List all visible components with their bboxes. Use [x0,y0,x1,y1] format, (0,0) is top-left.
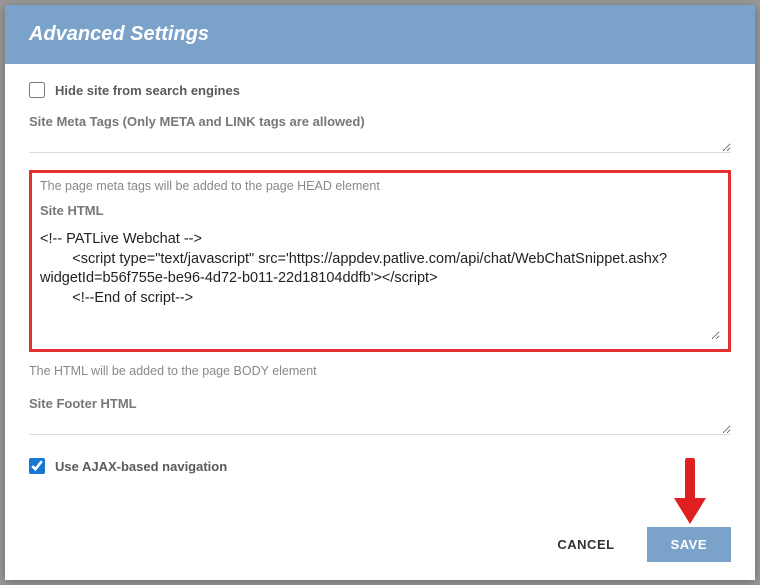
ajax-nav-row: Use AJAX-based navigation [29,458,731,474]
ajax-nav-label[interactable]: Use AJAX-based navigation [55,459,227,474]
advanced-settings-modal: Advanced Settings Hide site from search … [5,5,755,580]
site-html-help: The HTML will be added to the page BODY … [29,364,731,378]
site-footer-textarea[interactable] [29,417,731,435]
cancel-button[interactable]: CANCEL [545,529,626,560]
hide-search-label[interactable]: Hide site from search engines [55,83,240,98]
site-html-textarea[interactable] [40,230,720,340]
site-html-label: Site HTML [40,203,720,218]
save-button[interactable]: SAVE [647,527,731,562]
ajax-nav-checkbox[interactable] [29,458,45,474]
modal-footer: CANCEL SAVE [5,515,755,580]
modal-title: Advanced Settings [29,23,731,46]
site-html-highlighted: The page meta tags will be added to the … [29,170,731,352]
meta-tags-textarea[interactable] [29,135,731,153]
meta-tags-help: The page meta tags will be added to the … [40,179,720,193]
modal-header: Advanced Settings [5,5,755,64]
modal-body: Hide site from search engines Site Meta … [5,64,755,515]
site-footer-label: Site Footer HTML [29,396,731,411]
hide-search-row: Hide site from search engines [29,82,731,98]
hide-search-checkbox[interactable] [29,82,45,98]
meta-tags-label: Site Meta Tags (Only META and LINK tags … [29,114,731,129]
